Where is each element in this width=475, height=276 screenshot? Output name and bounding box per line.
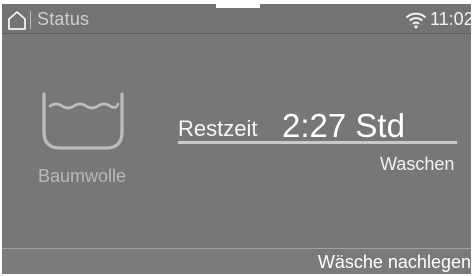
status-bar: Status 11:02 bbox=[2, 4, 471, 34]
status-separator bbox=[30, 11, 31, 29]
wifi-icon bbox=[405, 12, 427, 29]
program-name: Baumwolle bbox=[38, 166, 127, 186]
add-laundry-button[interactable]: Wäsche nachlegen bbox=[318, 252, 471, 273]
washtub-icon bbox=[42, 92, 124, 150]
screen: Status 11:02 Baumwolle Restzeit 2:27 Std… bbox=[0, 0, 475, 276]
remaining-time-label: Restzeit bbox=[178, 116, 258, 141]
footer-action-bar[interactable]: Wäsche nachlegen bbox=[2, 248, 471, 274]
clock-time: 11:02 bbox=[430, 9, 471, 29]
top-notch bbox=[216, 4, 260, 8]
program-phase: Waschen bbox=[380, 154, 455, 174]
remaining-time-value: 2:27 Std bbox=[282, 107, 405, 144]
display-panel: Status 11:02 Baumwolle Restzeit 2:27 Std… bbox=[2, 4, 471, 274]
status-title: Status bbox=[37, 9, 90, 29]
home-icon[interactable] bbox=[6, 9, 28, 31]
progress-bar bbox=[178, 141, 457, 144]
